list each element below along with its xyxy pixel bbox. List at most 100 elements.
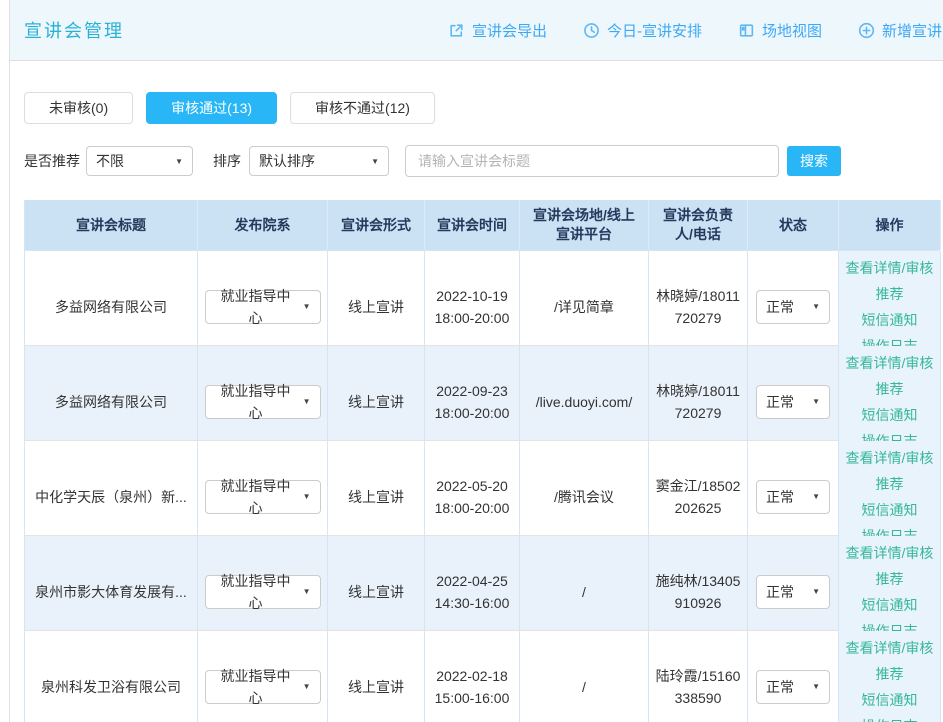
- recommend-link[interactable]: 推荐: [876, 471, 904, 497]
- department-select[interactable]: 就业指导中心 ▼: [205, 670, 321, 704]
- add-presentation-link[interactable]: 新增宣讲会: [858, 20, 943, 41]
- department-select[interactable]: 就业指导中心 ▼: [205, 480, 321, 514]
- recommend-link[interactable]: 推荐: [876, 661, 904, 687]
- today-schedule-link[interactable]: 今日-宣讲安排: [583, 20, 702, 41]
- presentation-venue: /live.duoyi.com/: [536, 391, 632, 413]
- presentation-venue: /: [582, 581, 586, 603]
- recommend-filter-label: 是否推荐: [24, 151, 80, 171]
- cell-department: 就业指导中心 ▼: [198, 631, 328, 722]
- status-select[interactable]: 正常 ▼: [756, 290, 830, 324]
- plus-circle-icon: [858, 22, 875, 39]
- page: 宣讲会管理 宣讲会导出: [0, 0, 943, 722]
- status-select[interactable]: 正常 ▼: [756, 575, 830, 609]
- col-header-time: 宣讲会时间: [425, 200, 520, 250]
- view-detail-review-link[interactable]: 查看详情/审核: [846, 350, 934, 376]
- chevron-down-icon: ▼: [303, 676, 311, 698]
- presentation-contact: 施纯林/13405910926: [654, 570, 742, 614]
- col-header-status: 状态: [748, 200, 839, 250]
- sort-select[interactable]: 默认排序 ▼: [249, 146, 389, 176]
- presentation-format: 线上宣讲: [348, 486, 404, 508]
- presentation-venue: /腾讯会议: [554, 486, 614, 508]
- view-detail-review-link[interactable]: 查看详情/审核: [846, 540, 934, 566]
- search-button[interactable]: 搜索: [787, 146, 841, 176]
- presentation-time: 2022-09-23 18:00-20:00: [429, 380, 515, 424]
- chevron-down-icon: ▼: [812, 296, 820, 318]
- chevron-down-icon: ▼: [175, 157, 183, 166]
- department-select[interactable]: 就业指导中心 ▼: [205, 575, 321, 609]
- operation-log-link[interactable]: 操作日志: [862, 713, 918, 722]
- search-input[interactable]: [405, 145, 779, 177]
- col-header-contact: 宣讲会负责人/电话: [649, 200, 748, 250]
- department-select[interactable]: 就业指导中心 ▼: [205, 385, 321, 419]
- recommend-select[interactable]: 不限 ▼: [86, 146, 193, 176]
- export-icon: [448, 22, 465, 39]
- recommend-link[interactable]: 推荐: [876, 281, 904, 307]
- status-select[interactable]: 正常 ▼: [756, 670, 830, 704]
- department-select-value: 就业指导中心: [215, 475, 297, 519]
- table-row: 多益网络有限公司 就业指导中心 ▼ 线上宣讲 2022-09-23 18:00-…: [24, 346, 940, 441]
- presentation-contact: 窦金江/18502202625: [654, 475, 742, 519]
- chevron-down-icon: ▼: [812, 391, 820, 413]
- presentation-contact: 林晓婷/18011720279: [654, 285, 742, 329]
- presentation-venue: /详见简章: [554, 296, 614, 318]
- sms-notify-link[interactable]: 短信通知: [862, 687, 918, 713]
- status-select-value: 正常: [766, 581, 794, 603]
- presentation-contact: 林晓婷/18011720279: [654, 380, 742, 424]
- col-header-venue: 宣讲会场地/线上宣讲平台: [520, 200, 649, 250]
- cell-status: 正常 ▼: [748, 631, 839, 722]
- tab-rejected[interactable]: 审核不通过(12): [290, 92, 435, 124]
- chevron-down-icon: ▼: [303, 296, 311, 318]
- chevron-down-icon: ▼: [812, 486, 820, 508]
- page-title: 宣讲会管理: [24, 17, 124, 43]
- status-select[interactable]: 正常 ▼: [756, 480, 830, 514]
- sort-select-value: 默认排序: [259, 151, 315, 171]
- table-row: 多益网络有限公司 就业指导中心 ▼ 线上宣讲 2022-10-19 18:00-…: [24, 251, 940, 346]
- department-select-value: 就业指导中心: [215, 665, 297, 709]
- col-header-format: 宣讲会形式: [328, 200, 425, 250]
- chevron-down-icon: ▼: [303, 581, 311, 603]
- view-detail-review-link[interactable]: 查看详情/审核: [846, 445, 934, 471]
- presentation-time: 2022-04-25 14:30-16:00: [429, 570, 515, 614]
- status-select[interactable]: 正常 ▼: [756, 385, 830, 419]
- presentation-title: 泉州科发卫浴有限公司: [41, 676, 181, 698]
- col-header-department: 发布院系: [198, 200, 328, 250]
- sort-filter-label: 排序: [213, 151, 241, 171]
- department-select[interactable]: 就业指导中心 ▼: [205, 290, 321, 324]
- recommend-link[interactable]: 推荐: [876, 376, 904, 402]
- presentation-title: 多益网络有限公司: [55, 391, 167, 413]
- venue-view-icon: [738, 22, 755, 39]
- cell-title: 泉州科发卫浴有限公司: [25, 631, 198, 722]
- clock-icon: [583, 22, 600, 39]
- sms-notify-link[interactable]: 短信通知: [862, 592, 918, 618]
- chevron-down-icon: ▼: [303, 486, 311, 508]
- chevron-down-icon: ▼: [812, 676, 820, 698]
- sms-notify-link[interactable]: 短信通知: [862, 402, 918, 428]
- topbar: 宣讲会管理 宣讲会导出: [10, 0, 943, 61]
- export-presentations-link[interactable]: 宣讲会导出: [448, 20, 547, 41]
- sms-notify-link[interactable]: 短信通知: [862, 497, 918, 523]
- view-detail-review-link[interactable]: 查看详情/审核: [846, 255, 934, 281]
- presentation-title: 泉州市影大体育发展有...: [35, 581, 187, 603]
- table-row: 泉州市影大体育发展有... 就业指导中心 ▼ 线上宣讲 2022-04-25 1…: [24, 536, 940, 631]
- view-detail-review-link[interactable]: 查看详情/审核: [846, 635, 934, 661]
- presentation-time: 2022-02-18 15:00-16:00: [429, 665, 515, 709]
- chevron-down-icon: ▼: [371, 157, 379, 166]
- sms-notify-link[interactable]: 短信通知: [862, 307, 918, 333]
- action-label: 新增宣讲会: [882, 20, 943, 41]
- tab-approved[interactable]: 审核通过(13): [146, 92, 277, 124]
- filter-bar: 是否推荐 不限 ▼ 排序 默认排序 ▼ 搜索: [24, 145, 943, 177]
- presentation-venue: /: [582, 676, 586, 698]
- action-label: 宣讲会导出: [472, 20, 547, 41]
- status-select-value: 正常: [766, 296, 794, 318]
- action-label: 今日-宣讲安排: [607, 20, 702, 41]
- table-header: 宣讲会标题 发布院系 宣讲会形式 宣讲会时间 宣讲会场地/线上宣讲平台 宣讲会负…: [24, 200, 940, 251]
- presentation-contact: 陆玲霞/15160338590: [654, 665, 742, 709]
- venue-view-link[interactable]: 场地视图: [738, 20, 822, 41]
- presentation-format: 线上宣讲: [348, 296, 404, 318]
- tab-unreviewed[interactable]: 未审核(0): [24, 92, 133, 124]
- presentation-time: 2022-05-20 18:00-20:00: [429, 475, 515, 519]
- status-select-value: 正常: [766, 486, 794, 508]
- cell-operations: 查看详情/审核 推荐 短信通知 操作日志: [839, 631, 941, 722]
- cell-format: 线上宣讲: [328, 631, 425, 722]
- recommend-link[interactable]: 推荐: [876, 566, 904, 592]
